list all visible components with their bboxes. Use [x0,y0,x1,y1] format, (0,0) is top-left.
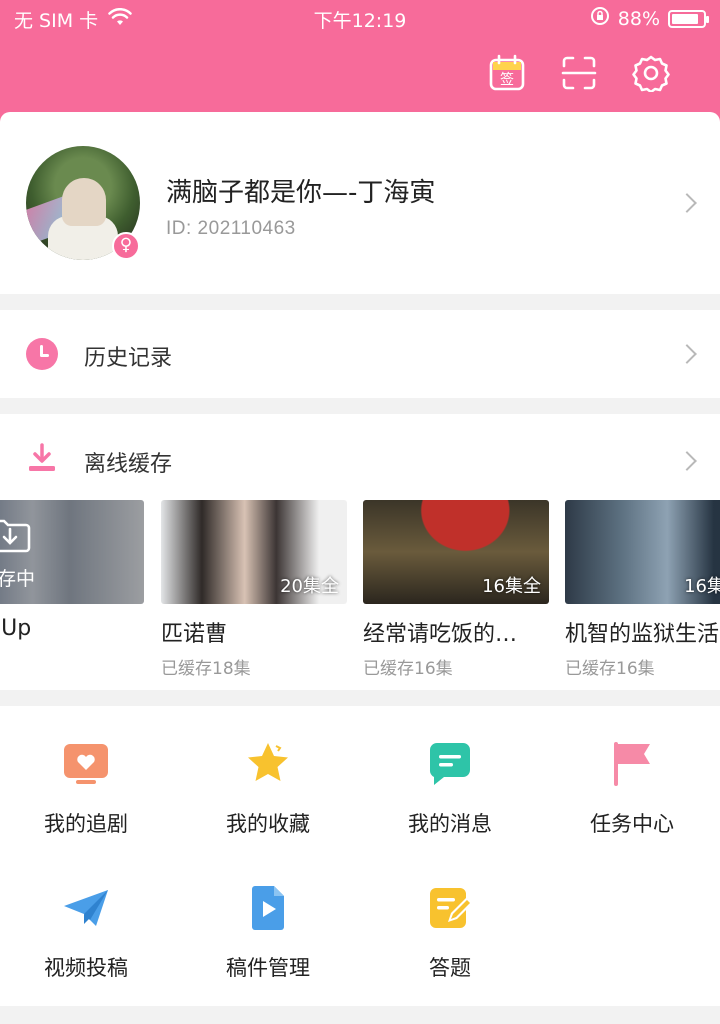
checkin-badge-text: 签 [500,71,514,88]
grid-label: 视频投稿 [44,956,128,980]
offline-video-list[interactable]: 缓存中 eer Up 集 20集全 匹诺曹 已缓存18集 16集全 经常请吃饭的… [0,500,720,680]
edit-note-icon [426,884,474,932]
grid-item-video-upload[interactable]: 视频投稿 [0,884,176,982]
grid-label: 我的追剧 [44,812,128,836]
offline-video-item[interactable]: 缓存中 eer Up 集 [0,500,144,672]
history-label: 历史记录 [84,346,173,371]
video-thumbnail: 缓存中 [0,500,144,604]
offline-cache-label: 离线缓存 [84,452,173,477]
episode-badge: 16集全 [684,576,720,597]
episode-badge: 16集全 [482,576,541,597]
video-title: eer Up [0,616,32,641]
battery-icon [668,9,709,28]
offline-video-item[interactable]: 16集全 经常请吃饭的… 已缓存16集 [363,500,549,679]
video-cached-count: 已缓存16集 [363,659,453,679]
episode-badge: 20集全 [280,576,339,597]
settings-gear-icon[interactable] [632,54,670,92]
grid-item-messages[interactable]: 我的消息 [360,740,540,838]
downloading-label: 缓存中 [0,568,36,590]
download-icon [26,442,58,478]
video-cached-count: 集 [0,647,144,672]
grid-item-quiz[interactable]: 答题 [360,884,540,982]
grid-item-manuscript-management[interactable]: 稿件管理 [178,884,358,982]
chevron-right-icon [677,451,697,471]
video-cached-count: 已缓存16集 [565,659,655,679]
tv-heart-icon [62,740,110,788]
video-title: 机智的监狱生活 [565,622,720,647]
grid-item-favorites[interactable]: 我的收藏 [178,740,358,838]
video-cached-count: 已缓存18集 [161,659,251,679]
header-bar: 无 SIM 卡 下午12:19 88% 签 [0,0,720,130]
video-thumbnail: 16集全 [363,500,549,604]
grid-label: 答题 [429,956,471,980]
scan-icon[interactable] [560,54,598,92]
profile-id: ID: 202110463 [166,218,296,239]
video-title: 匹诺曹 [161,622,228,647]
status-bar: 无 SIM 卡 下午12:19 88% [0,0,720,36]
feature-grid: 我的追剧 我的收藏 我的消息 任务中心 视频投稿 稿件管理 答题 [0,706,720,1006]
video-title: 经常请吃饭的… [363,622,518,647]
offline-cache-header[interactable]: 离线缓存 [0,414,720,500]
grid-label: 稿件管理 [226,956,310,980]
offline-cache-section: 离线缓存 缓存中 eer Up 集 20集全 匹诺曹 已缓存18集 [0,414,720,690]
battery-percent: 88% [617,7,660,30]
grid-label: 任务中心 [590,812,674,836]
grid-label: 我的消息 [408,812,492,836]
flag-icon [608,740,656,788]
sign-in-calendar-icon[interactable]: 签 [488,54,526,92]
video-thumbnail: 16集全 [565,500,720,604]
grid-item-task-center[interactable]: 任务中心 [542,740,720,838]
offline-video-item[interactable]: 20集全 匹诺曹 已缓存18集 [161,500,347,679]
clock-icon [26,338,58,370]
chevron-right-icon [677,193,697,213]
profile-name: 满脑子都是你—-丁海寅 [166,178,436,208]
offline-video-item[interactable]: 16集全 机智的监狱生活 已缓存16集 [565,500,720,679]
play-file-icon [244,884,292,932]
female-gender-icon: ♀ [112,232,140,260]
grid-item-my-shows[interactable]: 我的追剧 [0,740,176,838]
star-icon [244,740,292,788]
chevron-right-icon [677,344,697,364]
history-row[interactable]: 历史记录 [0,310,720,398]
video-thumbnail: 20集全 [161,500,347,604]
paper-plane-icon [62,884,110,932]
message-icon [426,740,474,788]
rotation-lock-icon [590,6,610,31]
downloading-icon [0,519,31,553]
grid-label: 我的收藏 [226,812,310,836]
